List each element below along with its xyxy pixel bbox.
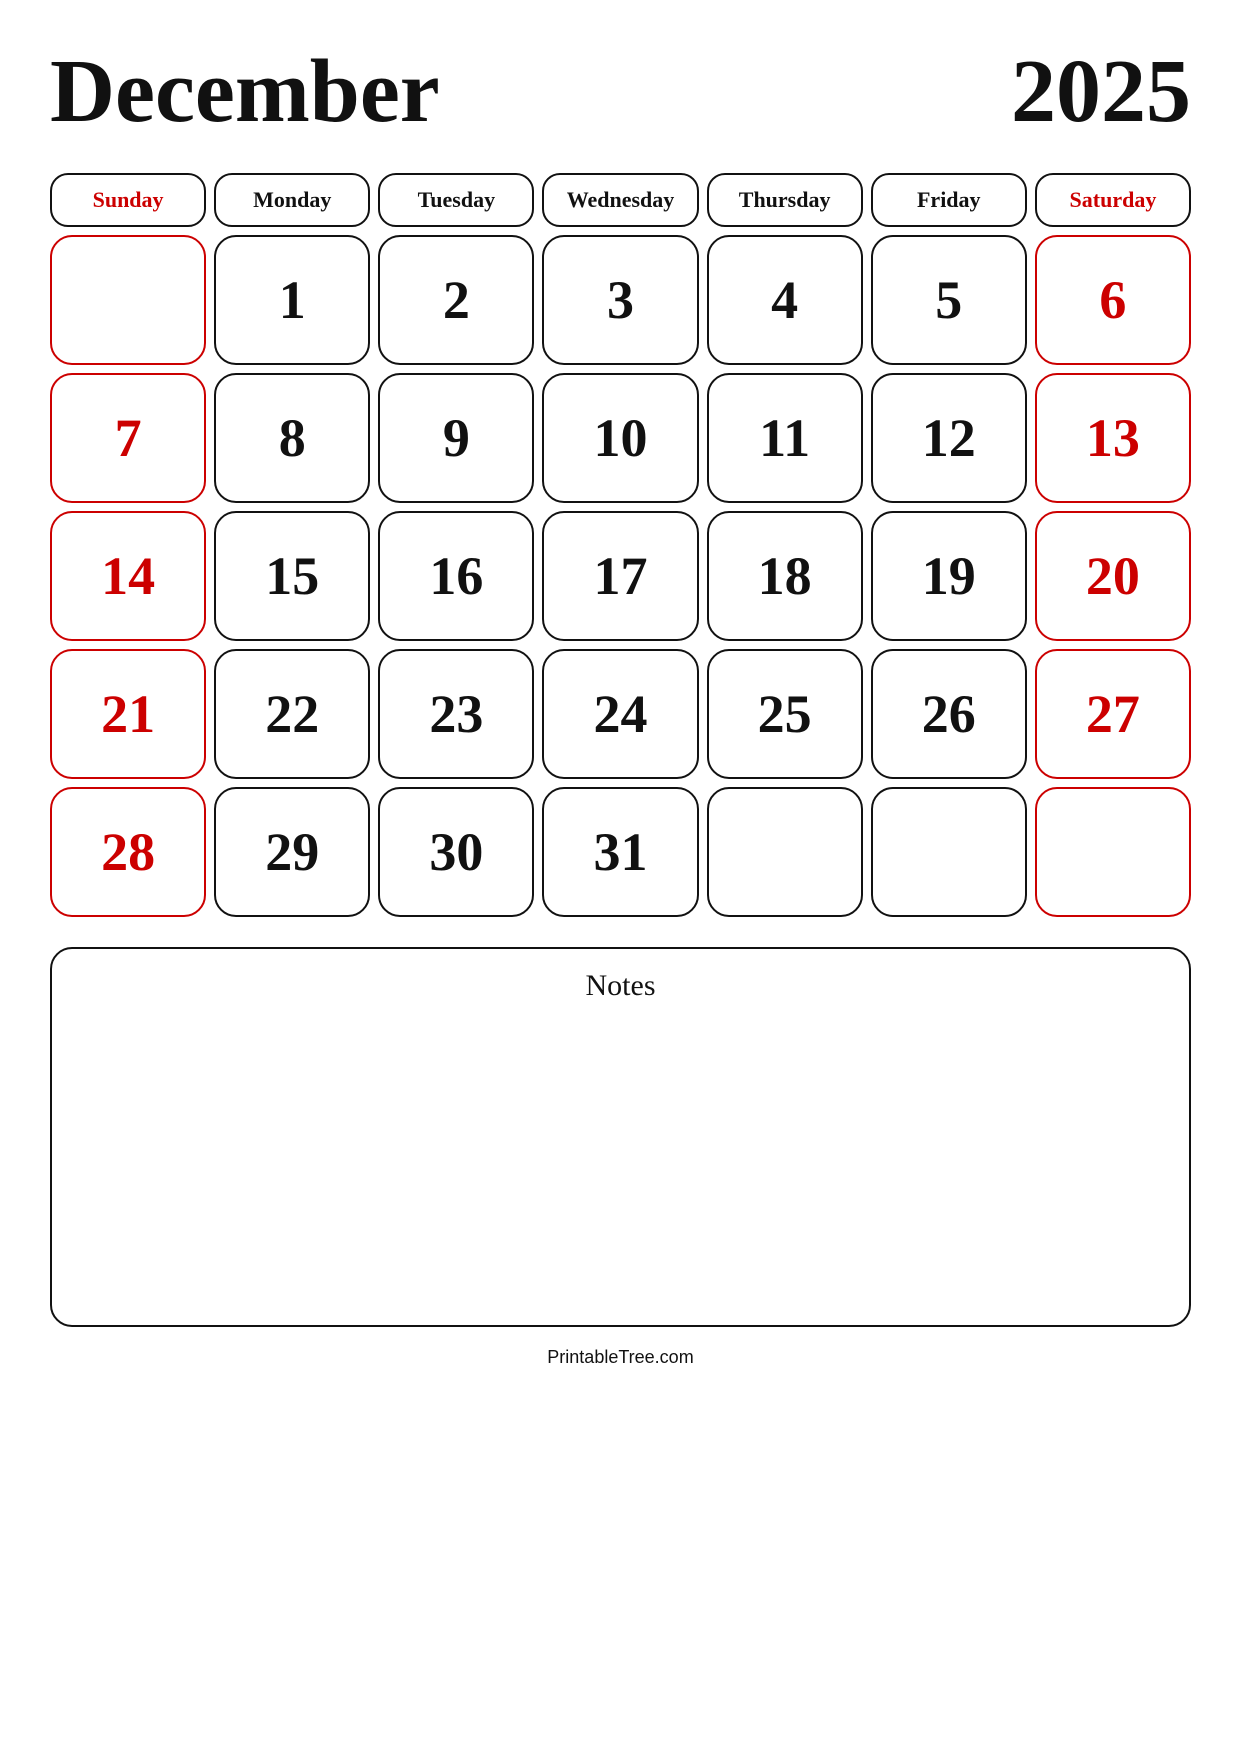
day-cell-21[interactable]: 21 xyxy=(50,649,206,779)
day-cell-25[interactable]: 25 xyxy=(707,649,863,779)
day-cell-19[interactable]: 19 xyxy=(871,511,1027,641)
day-cell-30[interactable]: 30 xyxy=(378,787,534,917)
day-cell-empty[interactable] xyxy=(707,787,863,917)
day-cell-empty[interactable] xyxy=(1035,787,1191,917)
day-cell-4[interactable]: 4 xyxy=(707,235,863,365)
calendar-grid: SundayMondayTuesdayWednesdayThursdayFrid… xyxy=(50,173,1191,917)
day-header-saturday: Saturday xyxy=(1035,173,1191,227)
notes-section[interactable]: Notes xyxy=(50,947,1191,1327)
day-cell-27[interactable]: 27 xyxy=(1035,649,1191,779)
day-header-tuesday: Tuesday xyxy=(378,173,534,227)
day-cell-3[interactable]: 3 xyxy=(542,235,698,365)
day-cell-16[interactable]: 16 xyxy=(378,511,534,641)
day-header-sunday: Sunday xyxy=(50,173,206,227)
day-header-thursday: Thursday xyxy=(707,173,863,227)
day-cell-13[interactable]: 13 xyxy=(1035,373,1191,503)
day-cell-17[interactable]: 17 xyxy=(542,511,698,641)
calendar-header: December 2025 xyxy=(50,40,1191,143)
notes-title: Notes xyxy=(72,969,1169,1003)
day-cell-6[interactable]: 6 xyxy=(1035,235,1191,365)
day-cell-10[interactable]: 10 xyxy=(542,373,698,503)
day-cell-24[interactable]: 24 xyxy=(542,649,698,779)
day-cell-15[interactable]: 15 xyxy=(214,511,370,641)
day-cell-20[interactable]: 20 xyxy=(1035,511,1191,641)
day-cell-22[interactable]: 22 xyxy=(214,649,370,779)
day-cell-1[interactable]: 1 xyxy=(214,235,370,365)
day-header-friday: Friday xyxy=(871,173,1027,227)
day-cell-18[interactable]: 18 xyxy=(707,511,863,641)
day-header-wednesday: Wednesday xyxy=(542,173,698,227)
year-title: 2025 xyxy=(1011,40,1191,143)
day-cell-9[interactable]: 9 xyxy=(378,373,534,503)
day-cell-12[interactable]: 12 xyxy=(871,373,1027,503)
day-cell-28[interactable]: 28 xyxy=(50,787,206,917)
day-cell-8[interactable]: 8 xyxy=(214,373,370,503)
day-cell-31[interactable]: 31 xyxy=(542,787,698,917)
day-cell-empty[interactable] xyxy=(871,787,1027,917)
day-cell-11[interactable]: 11 xyxy=(707,373,863,503)
day-cell-23[interactable]: 23 xyxy=(378,649,534,779)
month-title: December xyxy=(50,40,440,143)
footer: PrintableTree.com xyxy=(50,1347,1191,1368)
day-cell-29[interactable]: 29 xyxy=(214,787,370,917)
day-cell-empty[interactable] xyxy=(50,235,206,365)
day-cell-7[interactable]: 7 xyxy=(50,373,206,503)
day-cell-26[interactable]: 26 xyxy=(871,649,1027,779)
day-cell-14[interactable]: 14 xyxy=(50,511,206,641)
day-cell-2[interactable]: 2 xyxy=(378,235,534,365)
day-header-monday: Monday xyxy=(214,173,370,227)
day-cell-5[interactable]: 5 xyxy=(871,235,1027,365)
footer-text: PrintableTree.com xyxy=(547,1347,693,1367)
